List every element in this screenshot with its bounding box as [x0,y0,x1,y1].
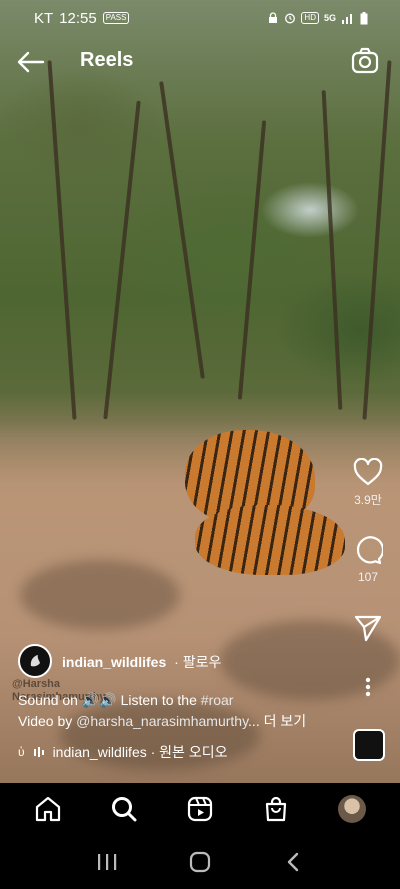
send-icon [354,615,382,642]
comment-icon [356,536,385,565]
nav-search[interactable] [104,789,144,829]
profile-avatar [338,795,366,823]
share-button[interactable] [350,614,386,645]
carrier: KT [34,9,54,27]
signal-icon [342,14,352,24]
clock: 12:55 [59,9,97,27]
reels-icon [187,796,213,822]
nav-home[interactable] [28,789,68,829]
hashtag-link[interactable]: #roar [201,692,234,708]
watermark-line1: @Harsha [12,678,61,690]
comment-button[interactable]: 107 [350,535,386,584]
recent-apps-icon[interactable] [96,853,118,871]
comment-count: 107 [357,570,379,584]
audio-label: indian_wildlifes · 원본 오디오 [52,744,228,760]
back-button-icon[interactable] [282,851,304,873]
back-arrow-icon[interactable] [17,50,45,74]
like-button[interactable]: 3.9만 [350,457,386,508]
caption-line-2[interactable]: Video by @harsha_narasimhamurthy... 더 보기 [18,711,388,731]
author-avatar[interactable] [18,644,52,678]
mention-link[interactable]: @harsha_narasimhamurthy [76,713,248,729]
status-bar: KT 12:55 PASS HD 5G [0,0,400,36]
shopping-bag-icon [265,796,287,822]
more-link[interactable]: 더 보기 [260,713,307,729]
hd-icon: HD [301,12,319,24]
5g-icon: 5G [323,13,336,23]
caption-ellipsis: ... [248,713,260,729]
caption-text: Sound on [18,692,82,708]
tree-trunk [103,100,141,420]
notification-badge: PASS [102,12,130,24]
battery-icon [360,11,368,24]
tree-trunk [321,90,343,410]
follow-button[interactable]: · 팔로우 [174,654,221,670]
shadow [20,560,180,630]
nav-profile[interactable] [332,789,372,829]
camera-icon[interactable] [350,46,380,76]
tree-trunk [237,120,267,400]
heart-icon [353,457,383,486]
audio-thumbnail[interactable] [353,729,385,761]
author-row: indian_wildlifes · 팔로우 [62,652,221,672]
caption-line-1[interactable]: Sound on 🔊🔊 Listen to the #roar [18,692,388,709]
tree-trunk [362,60,392,420]
home-button-icon[interactable] [189,851,211,873]
page-title: Reels [80,49,134,71]
system-navigation [0,835,400,889]
caption-text: Listen to the [116,692,201,708]
nav-shop[interactable] [256,789,296,829]
lock-icon [269,12,278,23]
audio-bars-icon [33,747,44,757]
speaker-emoji: 🔊🔊 [81,692,117,708]
logo-icon [30,655,40,667]
home-icon [35,796,61,822]
like-count: 3.9만 [354,493,382,507]
caption-text: Video by [18,713,77,729]
tree-trunk [159,81,205,379]
audio-lead-text: ὑ [18,745,25,759]
alarm-icon [285,13,296,24]
author-username[interactable]: indian_wildlifes [62,654,166,670]
tree-trunk [47,60,77,420]
reels-header: Reels [0,44,400,80]
nav-reels[interactable] [180,789,220,829]
tiger-lower [195,505,345,575]
search-icon [112,797,137,822]
audio-attribution[interactable]: ὑ indian_wildlifes · 원본 오디오 [18,742,227,762]
bottom-navigation [0,783,400,835]
